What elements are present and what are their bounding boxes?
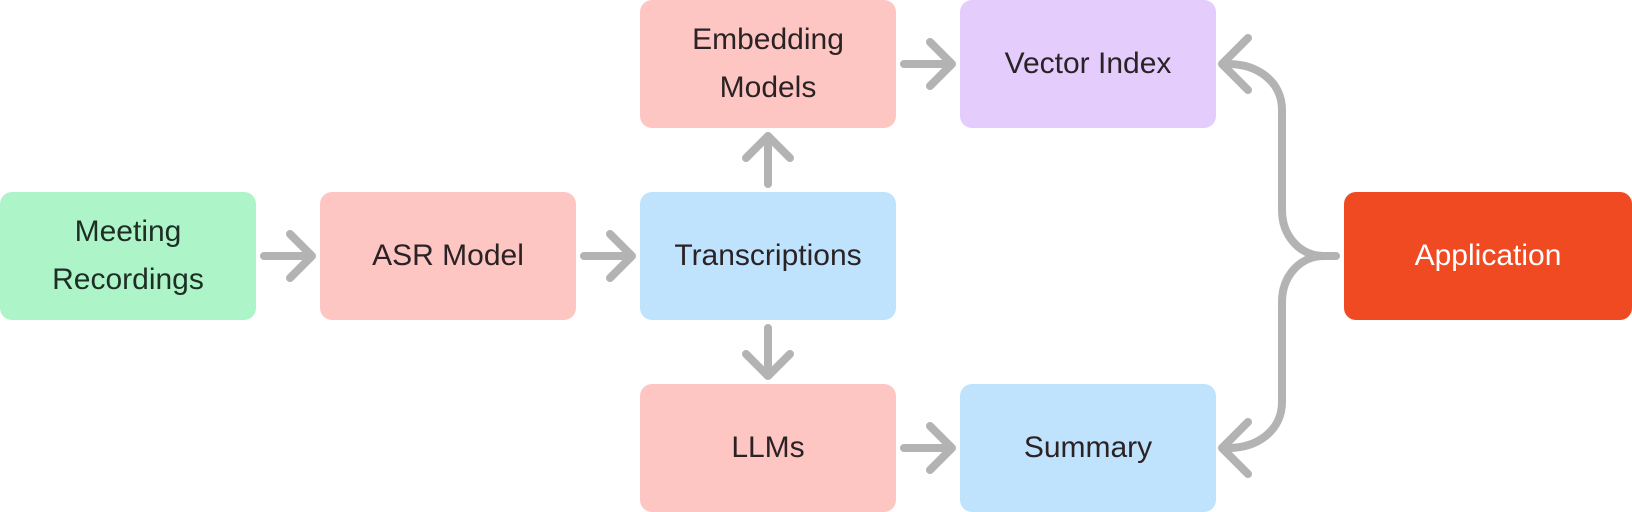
node-summary[interactable]: Summary — [960, 384, 1216, 512]
node-label: Meeting Recordings — [52, 215, 204, 296]
node-embedding-models[interactable]: Embedding Models — [640, 0, 896, 128]
node-label: Embedding Models — [692, 23, 844, 104]
edge-asr-to-transcriptions — [580, 230, 636, 282]
edge-application-to-summary — [1224, 252, 1328, 452]
node-vector-index[interactable]: Vector Index — [960, 0, 1216, 128]
node-asr-model[interactable]: ASR Model — [320, 192, 576, 320]
node-label: Vector Index — [1004, 47, 1172, 80]
node-label: LLMs — [731, 431, 805, 464]
pipeline-diagram: Meeting Recordings ASR Model Transcripti… — [0, 0, 1632, 512]
edge-application-to-vector — [1224, 60, 1340, 260]
edge-embedding-to-vector — [900, 38, 956, 90]
edge-meeting-to-asr — [260, 230, 316, 282]
node-llms[interactable]: LLMs — [640, 384, 896, 512]
node-application[interactable]: Application — [1344, 192, 1632, 320]
node-meeting-recordings[interactable]: Meeting Recordings — [0, 192, 256, 320]
node-label: Transcriptions — [674, 239, 862, 272]
node-transcriptions[interactable]: Transcriptions — [640, 192, 896, 320]
node-label: ASR Model — [372, 239, 524, 272]
edge-transcriptions-to-embedding — [742, 132, 794, 188]
node-label: Application — [1414, 239, 1562, 272]
node-label: Summary — [1023, 431, 1153, 464]
arrowhead-summary — [1218, 418, 1252, 478]
edge-llms-to-summary — [900, 422, 956, 474]
edge-transcriptions-to-llms — [742, 324, 794, 380]
arrowhead-vector-index — [1218, 34, 1252, 94]
